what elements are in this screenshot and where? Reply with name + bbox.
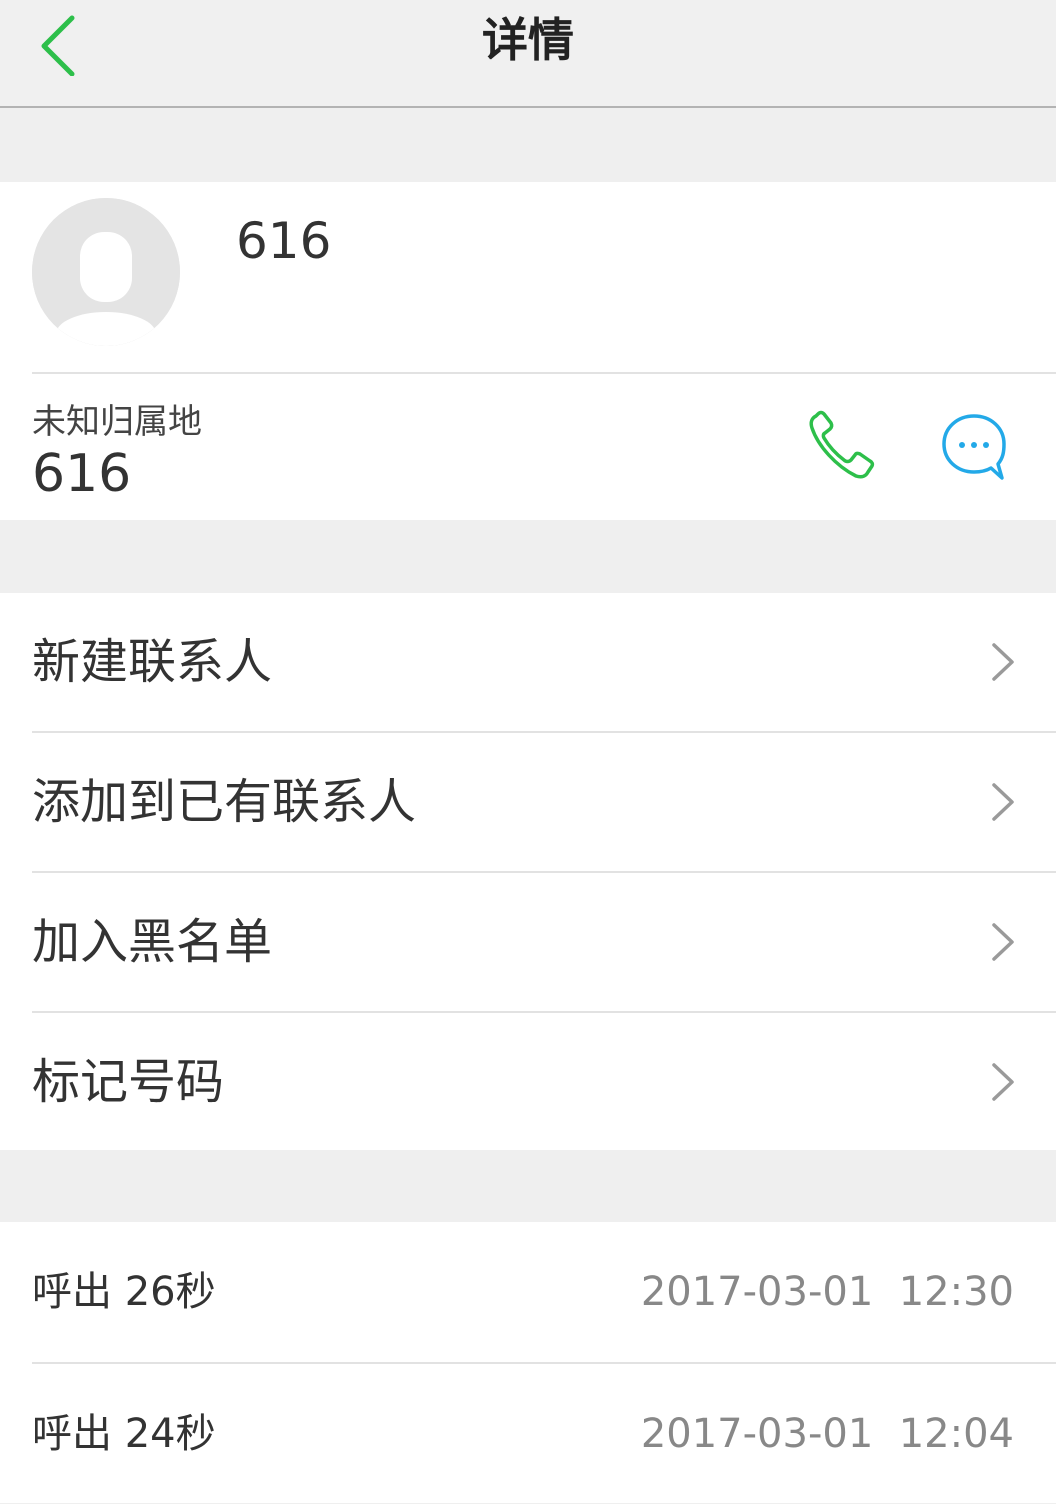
- menu-item-mark-number[interactable]: 标记号码: [0, 1013, 1056, 1151]
- message-icon: [942, 414, 1006, 480]
- call-type: 呼出 26秒: [32, 1269, 216, 1315]
- phone-number[interactable]: 616: [32, 444, 131, 504]
- menu-item-add-to-existing[interactable]: 添加到已有联系人: [0, 733, 1056, 871]
- chevron-right-icon: [992, 923, 1014, 961]
- menu-item-label: 新建联系人: [32, 634, 273, 690]
- menu-item-label: 加入黑名单: [32, 914, 273, 970]
- call-button[interactable]: [806, 410, 876, 482]
- contact-name: 616: [236, 212, 332, 270]
- number-location: 未知归属地: [32, 402, 202, 442]
- menu-item-label: 添加到已有联系人: [32, 774, 417, 830]
- chevron-right-icon: [992, 1063, 1014, 1101]
- call-log-entry: 呼出 26秒 2017-03-01 12:30: [0, 1222, 1056, 1362]
- call-duration: 26秒: [124, 1269, 216, 1315]
- menu-item-new-contact[interactable]: 新建联系人: [0, 593, 1056, 731]
- page-title: 详情: [482, 13, 574, 67]
- call-duration: 24秒: [124, 1411, 216, 1457]
- call-type: 呼出 24秒: [32, 1411, 216, 1457]
- chevron-right-icon: [992, 643, 1014, 681]
- call-datetime: 2017-03-01 12:30: [640, 1269, 1014, 1315]
- header-bar: 详情: [0, 0, 1056, 108]
- divider: [32, 372, 1056, 374]
- chevron-right-icon: [992, 783, 1014, 821]
- action-menu: 新建联系人 添加到已有联系人 加入黑名单 标记号码: [0, 593, 1056, 1150]
- avatar: [32, 198, 180, 346]
- call-log-entry: 呼出 24秒 2017-03-01 12:04: [0, 1364, 1056, 1504]
- menu-item-blacklist[interactable]: 加入黑名单: [0, 873, 1056, 1011]
- call-log: 呼出 26秒 2017-03-01 12:30 呼出 24秒 2017-03-0…: [0, 1222, 1056, 1503]
- phone-icon: [809, 410, 875, 479]
- message-button[interactable]: [940, 412, 1008, 482]
- avatar-placeholder-icon: [32, 198, 180, 346]
- call-datetime: 2017-03-01 12:04: [640, 1411, 1014, 1457]
- menu-item-label: 标记号码: [32, 1054, 225, 1110]
